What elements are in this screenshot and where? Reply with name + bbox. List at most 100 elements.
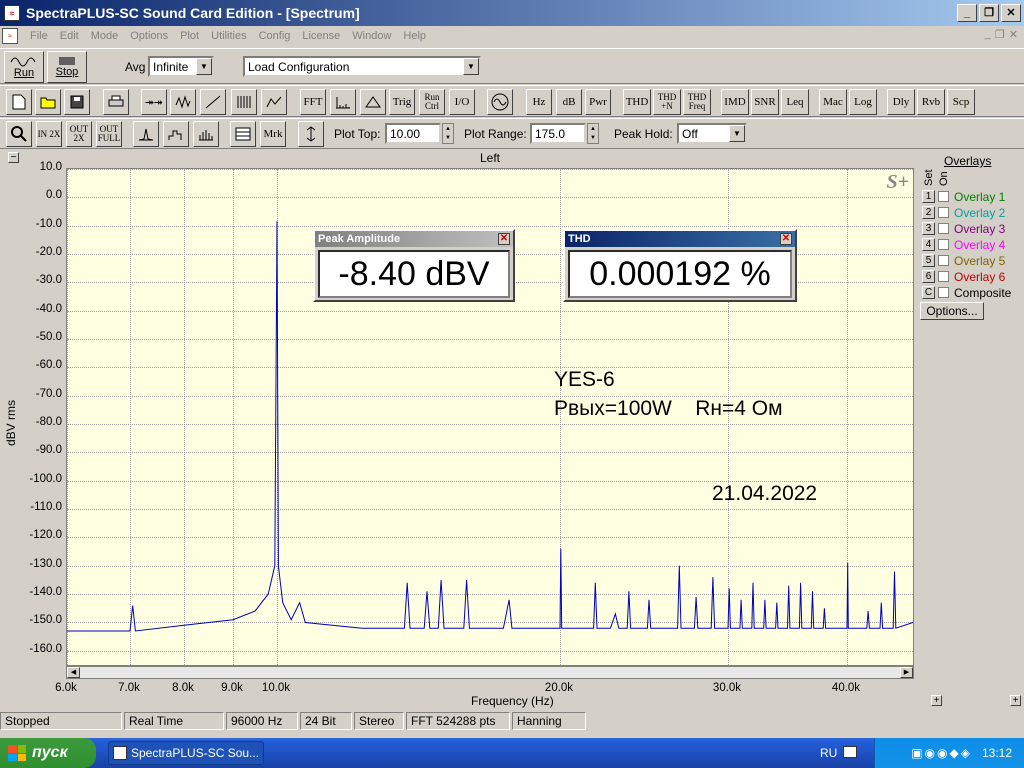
overlay-set-button[interactable]: 5 (922, 254, 935, 267)
overlay-options-button[interactable]: Options... (920, 302, 984, 320)
power-button[interactable]: Pwr (585, 89, 611, 115)
thd-window[interactable]: THD ✕ 0.000192 % (563, 229, 797, 302)
overlay-checkbox[interactable] (938, 207, 949, 218)
scroll-right-icon[interactable]: ▶ (900, 667, 913, 678)
zoom-icon[interactable] (6, 121, 32, 147)
close-icon[interactable]: ✕ (498, 233, 510, 245)
scroll-left-icon[interactable]: ◀ (67, 667, 80, 678)
filter-icon[interactable] (360, 89, 386, 115)
open-folder-icon[interactable] (35, 89, 61, 115)
overlay-checkbox[interactable] (938, 191, 949, 202)
menu-plot[interactable]: Plot (174, 30, 205, 42)
overlay-set-button[interactable]: 1 (922, 190, 935, 203)
sawtooth-icon[interactable] (200, 89, 226, 115)
minimize-button[interactable]: _ (957, 4, 977, 22)
overlay-checkbox[interactable] (938, 223, 949, 234)
menu-license[interactable]: License (296, 30, 346, 42)
menu-window[interactable]: Window (346, 30, 397, 42)
close-icon[interactable]: ✕ (780, 233, 792, 245)
mdi-close-icon[interactable]: ✕ (1009, 28, 1018, 41)
taskbar-app-button[interactable]: SpectraPLUS-SC Sou... (108, 741, 264, 765)
plot-top-spinner[interactable]: ▲ ▼ (442, 123, 454, 144)
table-icon[interactable] (230, 121, 256, 147)
marker-button[interactable]: Mrk (260, 121, 286, 147)
overlay-set-button[interactable]: 4 (922, 238, 935, 251)
spectrogram-icon[interactable] (231, 89, 257, 115)
menu-config[interactable]: Config (253, 30, 297, 42)
peak-amplitude-window[interactable]: Peak Amplitude ✕ -8.40 dBV (313, 229, 515, 302)
menu-utilities[interactable]: Utilities (205, 30, 252, 42)
mdi-minimize-icon[interactable]: _ (985, 28, 991, 41)
scale-icon[interactable] (298, 121, 324, 147)
scope-button[interactable]: Scp (947, 89, 975, 115)
overlay-checkbox[interactable] (938, 255, 949, 266)
menu-edit[interactable]: Edit (54, 30, 85, 42)
overlay-set-button[interactable]: C (922, 286, 935, 299)
line-plot-icon[interactable] (133, 121, 159, 147)
delay-button[interactable]: Dly (887, 89, 915, 115)
horizontal-scrollbar[interactable]: ◀ ▶ (66, 666, 914, 679)
overlay-checkbox[interactable] (938, 287, 949, 298)
save-icon[interactable] (64, 89, 90, 115)
overlay-set-button[interactable]: 2 (922, 206, 935, 219)
spectrum-bars-icon[interactable] (330, 89, 356, 115)
configuration-select[interactable]: Load Configuration ▼ (243, 56, 481, 77)
hz-button[interactable]: Hz (526, 89, 552, 115)
step-plot-icon[interactable] (163, 121, 189, 147)
menu-options[interactable]: Options (124, 30, 174, 42)
peak-hold-select[interactable]: Off ▼ (677, 123, 747, 144)
plot-top-input[interactable]: 10.00 (385, 123, 441, 144)
mdi-restore-icon[interactable]: ❐ (995, 28, 1005, 41)
expand-icon[interactable]: + (931, 695, 942, 706)
thd-button[interactable]: THD (623, 89, 651, 115)
peak-amplitude-titlebar[interactable]: Peak Amplitude ✕ (315, 231, 513, 247)
reverb-button[interactable]: Rvb (917, 89, 945, 115)
thd-titlebar[interactable]: THD ✕ (565, 231, 795, 247)
snr-button[interactable]: SNR (751, 89, 779, 115)
3d-surface-icon[interactable] (261, 89, 287, 115)
overlay-checkbox[interactable] (938, 271, 949, 282)
print-icon[interactable] (103, 89, 129, 115)
new-file-icon[interactable] (6, 89, 32, 115)
plot-range-spinner[interactable]: ▲ ▼ (587, 123, 599, 144)
thd-freq-button[interactable]: THD Freq (683, 89, 711, 115)
bar-plot-icon[interactable] (193, 121, 219, 147)
imd-button[interactable]: IMD (721, 89, 749, 115)
app-icon[interactable]: ≈ (4, 5, 20, 21)
language-indicator[interactable]: RU (820, 746, 837, 760)
run-button[interactable]: Run (4, 51, 44, 83)
io-button[interactable]: I/O (449, 89, 475, 115)
thd-n-button[interactable]: THD +N (653, 89, 681, 115)
waveform-icon[interactable] (170, 89, 196, 115)
zoom-out-2x-icon[interactable]: OUT 2X (66, 121, 92, 147)
db-button[interactable]: dB (556, 89, 582, 115)
leq-button[interactable]: Leq (781, 89, 809, 115)
document-icon[interactable]: ≈ (2, 28, 18, 44)
stop-button[interactable]: Stop (47, 51, 87, 83)
menu-file[interactable]: File (24, 30, 54, 42)
zoom-in-2x-icon[interactable]: IN 2X (36, 121, 62, 147)
x-tick-label: 30.0k (712, 682, 742, 694)
overlay-checkbox[interactable] (938, 239, 949, 250)
overlay-set-button[interactable]: 3 (922, 222, 935, 235)
tray-icons[interactable]: ▣◉◉◆◈ (911, 746, 972, 760)
log-button[interactable]: Log (849, 89, 877, 115)
run-control-button[interactable]: Run Ctrl (419, 89, 445, 115)
fft-button[interactable]: FFT (300, 89, 326, 115)
close-button[interactable]: ✕ (1001, 4, 1021, 22)
start-button[interactable]: пуск (0, 738, 96, 768)
plot-range-input[interactable]: 175.0 (530, 123, 586, 144)
signal-generator-icon[interactable] (487, 89, 513, 115)
keyboard-icon[interactable] (843, 746, 857, 758)
macro-button[interactable]: Mac (819, 89, 847, 115)
fast-forward-icon[interactable]: ⯮⯮ (141, 89, 167, 115)
menu-help[interactable]: Help (397, 30, 432, 42)
avg-select[interactable]: Infinite ▼ (148, 56, 214, 77)
overlay-set-button[interactable]: 6 (922, 270, 935, 283)
maximize-button[interactable]: ❐ (979, 4, 999, 22)
overlay-row-1: 1 Overlay 1 (922, 189, 1005, 204)
zoom-out-full-icon[interactable]: OUT FULL (96, 121, 122, 147)
resize-icon[interactable]: + (1010, 695, 1021, 706)
trigger-button[interactable]: Trig (389, 89, 415, 115)
menu-mode[interactable]: Mode (85, 30, 125, 42)
